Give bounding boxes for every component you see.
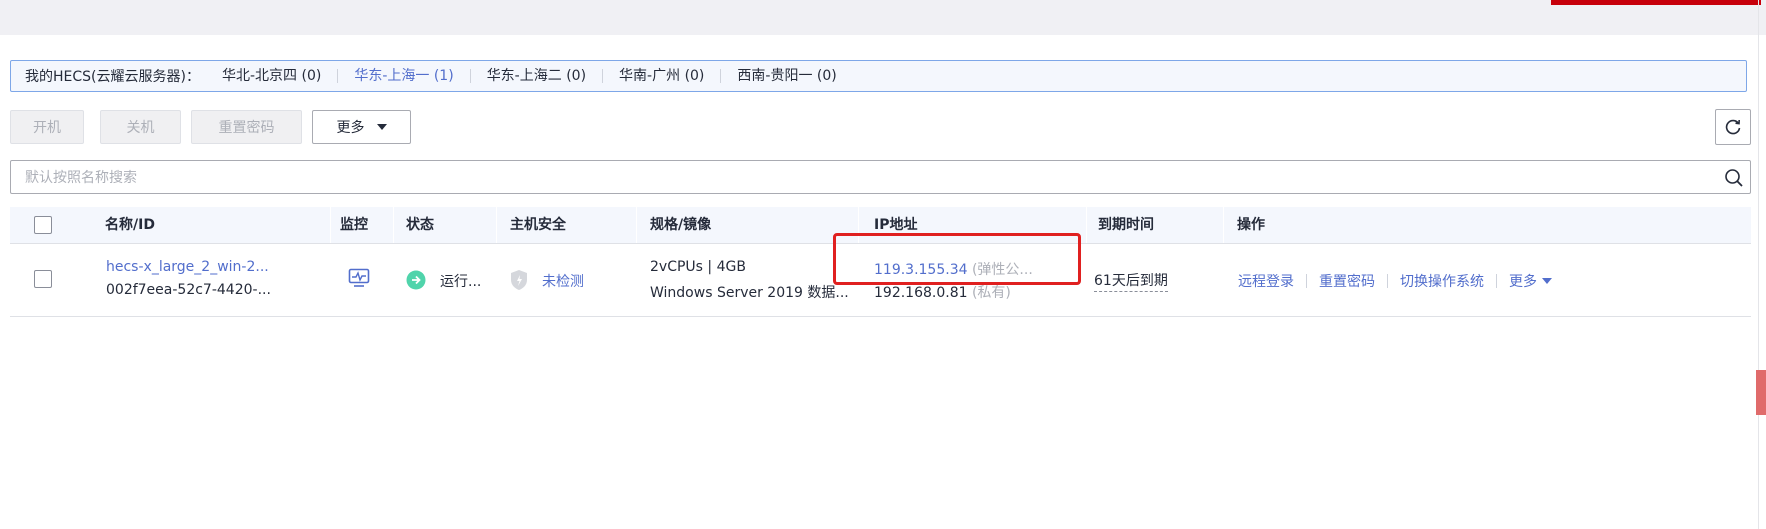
region-selector-bar: 我的HECS(云耀云服务器)： 华北-北京四 (0) 华东-上海一 (1) 华东… bbox=[10, 60, 1747, 92]
ip-highlight-annotation bbox=[833, 233, 1081, 285]
more-button-label: 更多 bbox=[336, 120, 365, 136]
column-divider bbox=[496, 207, 497, 243]
image-text: Windows Server 2019 数据... bbox=[650, 285, 849, 301]
region-item-guangzhou[interactable]: 华南-广州 (0) bbox=[602, 69, 720, 83]
row-checkbox[interactable] bbox=[34, 270, 52, 288]
column-divider bbox=[393, 207, 394, 243]
private-ip-type: (私有) bbox=[971, 285, 1011, 301]
col-name-id[interactable]: 名称/ID bbox=[105, 207, 155, 243]
switch-os-link[interactable]: 切换操作系统 bbox=[1400, 271, 1484, 291]
primary-action-button-edge[interactable] bbox=[1551, 0, 1761, 5]
more-dropdown-button[interactable]: 更多 bbox=[312, 110, 411, 144]
server-id: 002f7eea-52c7-4420-... bbox=[106, 282, 271, 298]
security-status-link[interactable]: 未检测 bbox=[542, 271, 584, 291]
region-item-beijing4[interactable]: 华北-北京四 (0) bbox=[220, 69, 337, 83]
region-bar-label: 我的HECS(云耀云服务器)： bbox=[25, 69, 200, 85]
server-name-link[interactable]: hecs-x_large_2_win-2... bbox=[106, 259, 269, 275]
region-item-shanghai2[interactable]: 华东-上海二 (0) bbox=[469, 69, 602, 83]
remote-login-link[interactable]: 远程登录 bbox=[1238, 271, 1294, 291]
column-divider bbox=[1223, 207, 1224, 243]
start-button[interactable]: 开机 bbox=[10, 110, 84, 144]
col-host-security: 主机安全 bbox=[510, 217, 566, 233]
chevron-down-icon bbox=[376, 124, 387, 130]
col-expiry[interactable]: 到期时间 bbox=[1098, 207, 1154, 243]
spec-text: 2vCPUs | 4GB bbox=[650, 259, 746, 275]
status-running-icon bbox=[406, 270, 426, 290]
region-item-shanghai1[interactable]: 华东-上海一 (1) bbox=[337, 69, 469, 83]
row-more-link[interactable]: 更多 bbox=[1509, 271, 1537, 291]
col-status[interactable]: 状态 bbox=[406, 207, 434, 243]
page-right-border bbox=[1758, 0, 1759, 529]
status-text: 运行... bbox=[440, 274, 482, 290]
row-reset-password-link[interactable]: 重置密码 bbox=[1319, 271, 1375, 291]
action-divider bbox=[1306, 274, 1307, 288]
side-panel-tab[interactable] bbox=[1756, 370, 1766, 415]
refresh-button[interactable] bbox=[1715, 109, 1751, 145]
reset-password-button[interactable]: 重置密码 bbox=[191, 110, 302, 144]
stop-button[interactable]: 关机 bbox=[100, 110, 181, 144]
region-item-guiyang1[interactable]: 西南-贵阳一 (0) bbox=[720, 69, 852, 83]
column-divider bbox=[1086, 207, 1087, 243]
column-divider bbox=[330, 207, 331, 243]
action-divider bbox=[1387, 274, 1388, 288]
search-input[interactable] bbox=[23, 161, 1707, 195]
top-header-band bbox=[0, 0, 1766, 35]
action-divider bbox=[1496, 274, 1497, 288]
select-all-checkbox[interactable] bbox=[34, 216, 52, 234]
private-ip: 192.168.0.81 bbox=[874, 285, 968, 301]
private-ip-cell: 192.168.0.81 (私有) bbox=[874, 282, 1011, 302]
refresh-icon bbox=[1725, 119, 1741, 135]
row-actions: 远程登录 重置密码 切换操作系统 更多 bbox=[1238, 271, 1552, 291]
col-monitor: 监控 bbox=[340, 217, 368, 233]
col-actions: 操作 bbox=[1237, 217, 1265, 233]
column-divider bbox=[636, 207, 637, 243]
monitor-icon[interactable] bbox=[348, 268, 370, 288]
search-box bbox=[10, 160, 1751, 195]
expiry-text: 61天后到期 bbox=[1094, 270, 1168, 292]
shield-icon bbox=[511, 270, 527, 290]
search-icon[interactable] bbox=[1724, 168, 1744, 188]
col-spec-image: 规格/镜像 bbox=[650, 217, 712, 233]
expiry-value[interactable]: 61天后到期 bbox=[1094, 273, 1168, 292]
chevron-down-icon bbox=[1542, 278, 1552, 284]
